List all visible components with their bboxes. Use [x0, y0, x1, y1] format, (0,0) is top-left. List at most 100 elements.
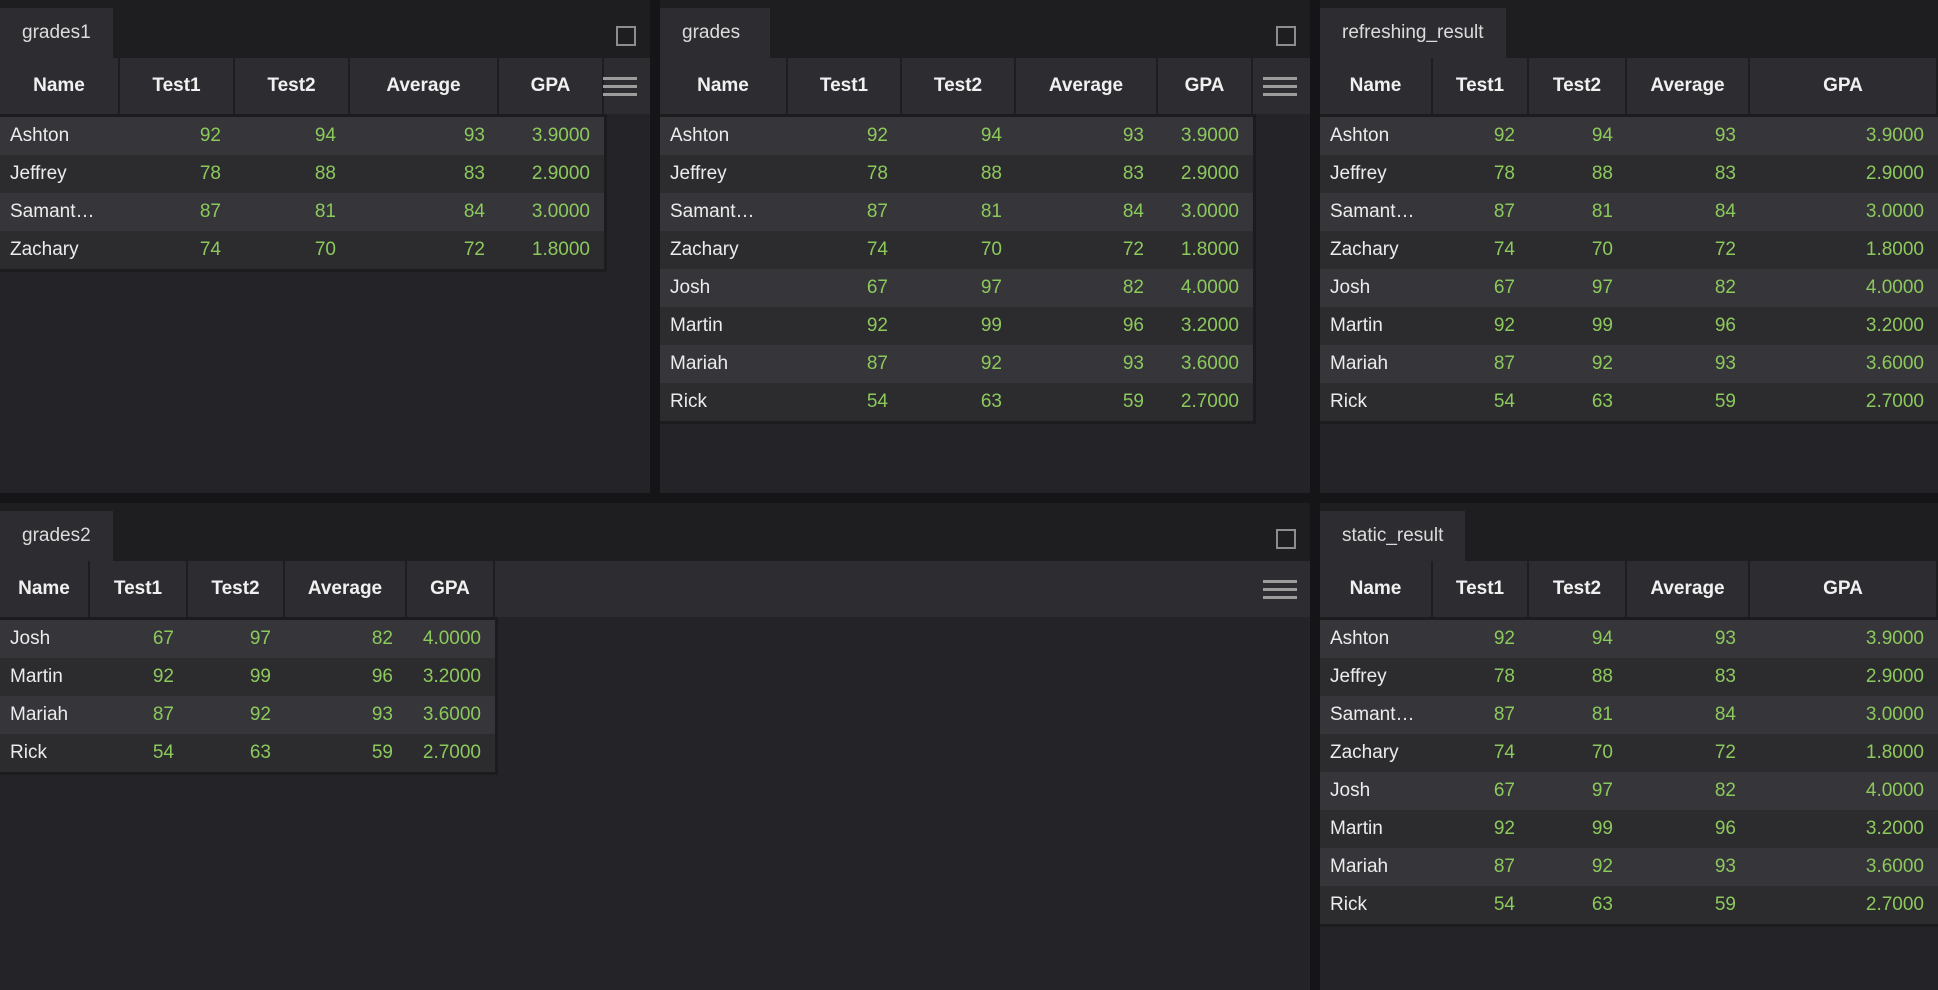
table-row[interactable]: Martin9299963.2000: [1320, 810, 1938, 848]
table-row[interactable]: Zachary7470721.8000: [660, 231, 1253, 269]
cell-gpa: 2.7000: [1750, 383, 1938, 421]
cell-average: 82: [1627, 269, 1750, 307]
column-header-name[interactable]: Name: [1320, 58, 1433, 114]
cell-average: 93: [1016, 345, 1158, 383]
menu-icon-bar: [1263, 596, 1297, 599]
table-row[interactable]: Zachary7470721.8000: [1320, 231, 1938, 269]
table-row[interactable]: Rick5463592.7000: [1320, 383, 1938, 421]
tab-grades2[interactable]: grades2: [0, 511, 113, 561]
column-header-test2[interactable]: Test2: [235, 58, 350, 114]
column-header-test1[interactable]: Test1: [120, 58, 235, 114]
cell-test1: 74: [1433, 231, 1529, 269]
cell-name: Zachary: [1320, 231, 1433, 269]
column-header-name[interactable]: Name: [0, 561, 90, 617]
table-row[interactable]: Jeffrey7888832.9000: [1320, 155, 1938, 193]
column-header-gpa[interactable]: GPA: [1750, 561, 1938, 617]
cell-average: 83: [1627, 155, 1750, 193]
column-header-test1[interactable]: Test1: [90, 561, 188, 617]
cell-average: 96: [285, 658, 407, 696]
tab-refreshing-result[interactable]: refreshing_result: [1320, 8, 1506, 58]
table-row[interactable]: Ashton9294933.9000: [1320, 620, 1938, 658]
cell-name: Rick: [1320, 383, 1433, 421]
header-fill: [604, 58, 650, 114]
cell-gpa: 2.9000: [1750, 658, 1938, 696]
column-header-gpa[interactable]: GPA: [1158, 58, 1253, 114]
menu-icon[interactable]: [1263, 77, 1297, 96]
column-header-average[interactable]: Average: [1016, 58, 1158, 114]
table-row[interactable]: Jeffrey7888832.9000: [0, 155, 604, 193]
cell-test1: 54: [1433, 886, 1529, 924]
column-header-test2[interactable]: Test2: [1529, 58, 1627, 114]
column-header-name[interactable]: Name: [0, 58, 120, 114]
tab-grades1[interactable]: grades1: [0, 8, 113, 58]
column-header-average[interactable]: Average: [1627, 561, 1750, 617]
table-row[interactable]: Josh6797824.0000: [1320, 269, 1938, 307]
table-row[interactable]: Martin9299963.2000: [660, 307, 1253, 345]
table-row[interactable]: Josh6797824.0000: [1320, 772, 1938, 810]
column-header-average[interactable]: Average: [350, 58, 499, 114]
table-row[interactable]: Rick5463592.7000: [1320, 886, 1938, 924]
menu-icon[interactable]: [603, 77, 637, 96]
table-row[interactable]: Rick5463592.7000: [0, 734, 495, 772]
table-row[interactable]: Mariah8792933.6000: [1320, 345, 1938, 383]
cell-gpa: 1.8000: [499, 231, 604, 269]
cell-average: 72: [1627, 231, 1750, 269]
table-row[interactable]: Josh6797824.0000: [660, 269, 1253, 307]
column-header-test1[interactable]: Test1: [1433, 58, 1529, 114]
column-header-test2[interactable]: Test2: [1529, 561, 1627, 617]
cell-test2: 63: [902, 383, 1016, 421]
table-row[interactable]: Ashton9294933.9000: [1320, 117, 1938, 155]
cell-average: 83: [1016, 155, 1158, 193]
column-header-average[interactable]: Average: [285, 561, 407, 617]
column-header-average[interactable]: Average: [1627, 58, 1750, 114]
cell-test2: 97: [1529, 269, 1627, 307]
maximize-icon[interactable]: [1276, 26, 1296, 46]
table-row[interactable]: Zachary7470721.8000: [1320, 734, 1938, 772]
column-header-test2[interactable]: Test2: [902, 58, 1016, 114]
cell-test2: 88: [235, 155, 350, 193]
cell-test2: 99: [188, 658, 285, 696]
cell-test2: 70: [235, 231, 350, 269]
cell-average: 82: [1627, 772, 1750, 810]
cell-test1: 92: [1433, 307, 1529, 345]
table-header: NameTest1Test2AverageGPA: [660, 58, 1310, 114]
cell-test2: 81: [902, 193, 1016, 231]
table-row[interactable]: Jeffrey7888832.9000: [660, 155, 1253, 193]
table-row[interactable]: Mariah8792933.6000: [0, 696, 495, 734]
tab-static-result[interactable]: static_result: [1320, 511, 1465, 561]
column-header-test1[interactable]: Test1: [1433, 561, 1529, 617]
table-row[interactable]: Mariah8792933.6000: [660, 345, 1253, 383]
table-row[interactable]: Samant…8781843.0000: [1320, 696, 1938, 734]
table-row[interactable]: Josh6797824.0000: [0, 620, 495, 658]
cell-test2: 70: [902, 231, 1016, 269]
column-header-gpa[interactable]: GPA: [407, 561, 495, 617]
table-row[interactable]: Martin9299963.2000: [1320, 307, 1938, 345]
table-row[interactable]: Samant…8781843.0000: [1320, 193, 1938, 231]
maximize-icon[interactable]: [1276, 529, 1296, 549]
cell-name: Rick: [660, 383, 788, 421]
table-row[interactable]: Jeffrey7888832.9000: [1320, 658, 1938, 696]
table-row[interactable]: Samant…8781843.0000: [660, 193, 1253, 231]
column-header-gpa[interactable]: GPA: [1750, 58, 1938, 114]
tab-grades[interactable]: grades: [660, 8, 770, 58]
table-row[interactable]: Zachary7470721.8000: [0, 231, 604, 269]
table-body: Ashton9294933.9000Jeffrey7888832.9000Sam…: [1320, 114, 1938, 424]
table-row[interactable]: Rick5463592.7000: [660, 383, 1253, 421]
column-header-gpa[interactable]: GPA: [499, 58, 604, 114]
cell-name: Ashton: [0, 117, 120, 155]
cell-average: 93: [1627, 117, 1750, 155]
column-header-test1[interactable]: Test1: [788, 58, 902, 114]
maximize-icon[interactable]: [616, 26, 636, 46]
cell-average: 59: [285, 734, 407, 772]
menu-icon[interactable]: [1263, 580, 1297, 599]
column-header-name[interactable]: Name: [1320, 561, 1433, 617]
column-header-test2[interactable]: Test2: [188, 561, 285, 617]
column-header-name[interactable]: Name: [660, 58, 788, 114]
table-row[interactable]: Ashton9294933.9000: [0, 117, 604, 155]
table-row[interactable]: Mariah8792933.6000: [1320, 848, 1938, 886]
cell-test1: 67: [1433, 772, 1529, 810]
table-row[interactable]: Ashton9294933.9000: [660, 117, 1253, 155]
table-row[interactable]: Martin9299963.2000: [0, 658, 495, 696]
cell-test1: 92: [1433, 810, 1529, 848]
table-row[interactable]: Samant…8781843.0000: [0, 193, 604, 231]
